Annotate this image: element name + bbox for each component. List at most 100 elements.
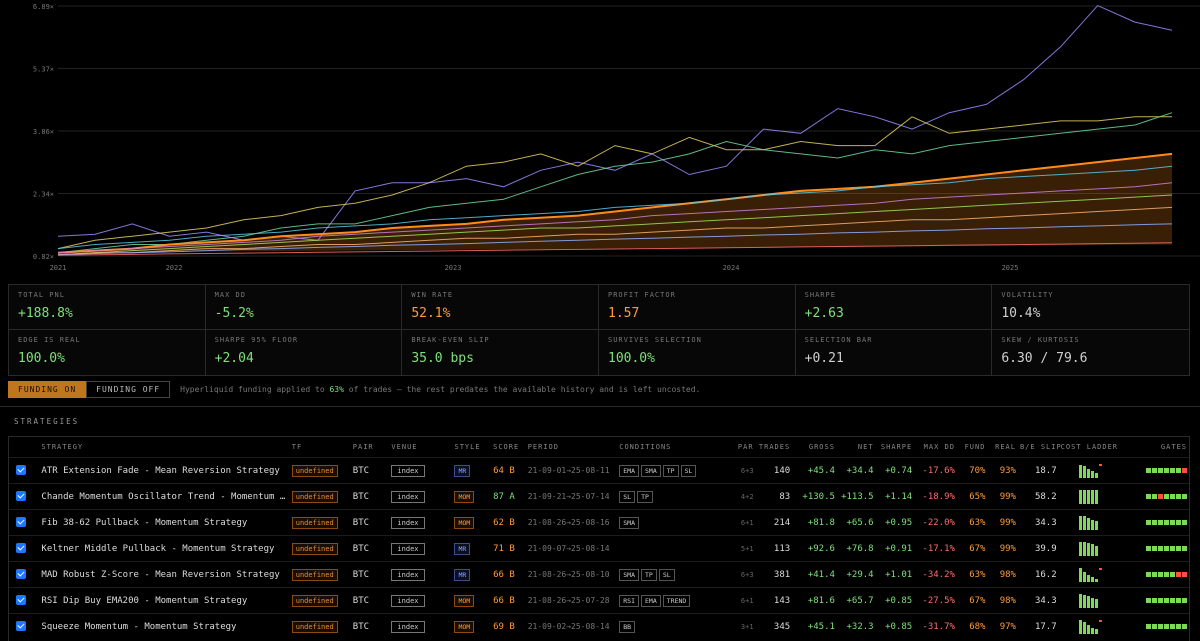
- par-cell: 4+2: [729, 483, 756, 510]
- gate-dot: [1164, 493, 1169, 499]
- maxdd-cell: -17.6%: [914, 457, 957, 484]
- column-header[interactable]: CONDITIONS: [617, 437, 729, 458]
- be-slip-cell: 17.7: [1017, 613, 1059, 639]
- row-checkbox[interactable]: [16, 621, 27, 632]
- gate-dot: [1164, 545, 1169, 551]
- gate-dot: [1146, 571, 1151, 577]
- condition-tag: SMA: [619, 568, 639, 581]
- row-checkbox[interactable]: [16, 517, 27, 528]
- sharpe-cell: +0.85: [875, 613, 915, 639]
- section-divider: [0, 406, 1200, 407]
- column-header[interactable]: TRADES: [756, 437, 793, 458]
- table-row[interactable]: Squeeze Momentum - Momentum Strategy unde…: [9, 613, 1189, 639]
- gate-dot: [1182, 597, 1187, 603]
- column-header[interactable]: TF: [290, 437, 351, 458]
- select-column-header: [9, 437, 33, 458]
- strategy-name[interactable]: Squeeze Momentum - Momentum Strategy: [33, 613, 290, 639]
- gross-cell: +92.6: [792, 535, 837, 562]
- row-checkbox[interactable]: [16, 465, 27, 476]
- table-row[interactable]: Keltner Middle Pullback - Momentum Strat…: [9, 535, 1189, 562]
- net-cell: +76.8: [836, 535, 876, 562]
- cost-ladder: [1078, 619, 1102, 634]
- y-tick-label: 6.89×: [33, 3, 54, 11]
- gross-cell: +81.8: [792, 509, 837, 536]
- column-header[interactable]: MAX DD: [914, 437, 957, 458]
- strategy-name[interactable]: Chande Momentum Oscillator Trend - Momen…: [33, 483, 290, 510]
- gate-dot: [1164, 597, 1169, 603]
- table-row[interactable]: RSI Dip Buy EMA200 - Momentum Strategy un…: [9, 587, 1189, 614]
- metric-value: +2.04: [214, 351, 254, 366]
- gate-dot: [1176, 571, 1181, 577]
- column-header[interactable]: VENUE: [389, 437, 452, 458]
- condition-tag: RSI: [619, 594, 639, 607]
- column-header[interactable]: PAR: [729, 437, 755, 458]
- gross-cell: +45.1: [792, 613, 837, 639]
- table-row[interactable]: Chande Momentum Oscillator Trend - Momen…: [9, 483, 1189, 510]
- funding-on-button[interactable]: FUNDING ON: [8, 381, 87, 398]
- column-header[interactable]: COST LADDER: [1059, 437, 1120, 458]
- score-cell: 66 B: [491, 587, 526, 614]
- x-tick-label: 2024: [723, 264, 740, 272]
- metric-value: +0.21: [804, 351, 844, 366]
- select-cell: [9, 561, 34, 588]
- ladder-bar: [1090, 519, 1094, 530]
- gates-indicator: [1146, 623, 1187, 629]
- table-row[interactable]: Fib 38-62 Pullback - Momentum Strategy un…: [9, 509, 1189, 536]
- gate-dot: [1152, 467, 1157, 473]
- column-header[interactable]: PAIR: [351, 437, 390, 458]
- gate-dot: [1170, 597, 1175, 603]
- column-header[interactable]: SHARPE: [876, 437, 915, 458]
- column-header[interactable]: GROSS: [792, 437, 837, 458]
- column-header[interactable]: SCORE: [491, 437, 526, 458]
- table-row[interactable]: MAD Robust Z-Score - Mean Reversion Stra…: [9, 561, 1189, 588]
- par-cell: 3+1: [729, 613, 756, 639]
- style-cell: MR: [452, 457, 492, 484]
- ladder-bar: [1078, 515, 1082, 530]
- strategy-name[interactable]: MAD Robust Z-Score - Mean Reversion Stra…: [33, 561, 290, 588]
- column-header[interactable]: STYLE: [452, 437, 491, 458]
- ladder-warning: [1098, 567, 1102, 570]
- metric-card: SELECTION BAR +0.21: [796, 330, 993, 375]
- sharpe-cell: +0.85: [875, 587, 915, 614]
- metric-value: 52.1%: [411, 306, 451, 321]
- ladder-bar: [1086, 469, 1090, 478]
- ladder-bar: [1086, 489, 1090, 504]
- tf-badge: undefined: [291, 542, 338, 555]
- gate-dot: [1176, 493, 1181, 499]
- style-badge: MR: [454, 464, 471, 477]
- cost-ladder-cell: [1058, 587, 1120, 614]
- ladder-bar: [1078, 619, 1082, 634]
- gate-dot: [1182, 519, 1187, 525]
- venue-cell: index: [389, 483, 453, 510]
- funding-off-button[interactable]: FUNDING OFF: [86, 381, 171, 398]
- column-header[interactable]: NET: [837, 437, 876, 458]
- row-checkbox[interactable]: [16, 595, 27, 606]
- column-header[interactable]: B/E SLIP: [1018, 437, 1061, 458]
- row-checkbox[interactable]: [16, 491, 27, 502]
- row-checkbox[interactable]: [16, 543, 27, 554]
- table-row[interactable]: ATR Extension Fade - Mean Reversion Stra…: [9, 457, 1189, 484]
- strategy-name[interactable]: Keltner Middle Pullback - Momentum Strat…: [33, 535, 290, 562]
- strategy-name[interactable]: Fib 38-62 Pullback - Momentum Strategy: [33, 509, 290, 536]
- row-checkbox[interactable]: [16, 569, 27, 580]
- style-cell: MOM: [452, 587, 492, 614]
- strategy-name[interactable]: RSI Dip Buy EMA200 - Momentum Strategy: [33, 587, 290, 614]
- metric-label: EDGE IS REAL: [18, 336, 81, 344]
- ladder-bar: [1078, 464, 1082, 478]
- column-header[interactable]: FUND: [957, 437, 988, 458]
- metrics-panel: TOTAL PNL +188.8% MAX DD -5.2% WIN RATE 52.1%…: [8, 284, 1190, 376]
- condition-tag: BB: [619, 620, 636, 633]
- style-cell: MR: [452, 535, 492, 562]
- gross-cell: +45.4: [792, 457, 837, 484]
- column-header[interactable]: GATES: [1120, 437, 1189, 458]
- maxdd-cell: -18.9%: [914, 483, 957, 510]
- conditions-cell: [617, 535, 730, 562]
- column-header[interactable]: REAL: [987, 437, 1018, 458]
- gate-dot: [1164, 623, 1169, 629]
- par-sub: +2: [745, 492, 754, 501]
- period-cell: 21-08-26→25-08-16: [525, 509, 618, 536]
- column-header[interactable]: STRATEGY: [33, 437, 289, 458]
- column-header[interactable]: PERIOD: [526, 437, 618, 458]
- strategy-name[interactable]: ATR Extension Fade - Mean Reversion Stra…: [33, 457, 290, 484]
- ladder-bar: [1082, 489, 1086, 504]
